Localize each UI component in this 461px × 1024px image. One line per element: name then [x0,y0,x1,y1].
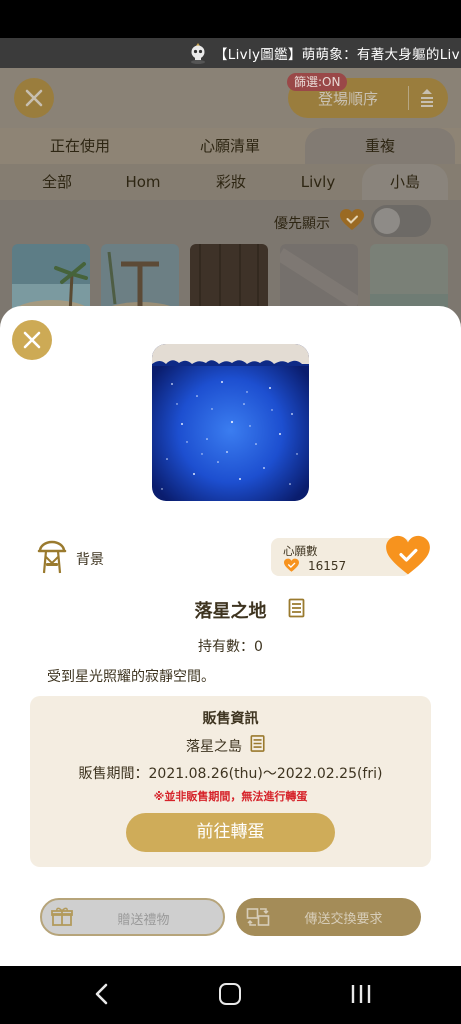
status-bar [0,0,461,38]
toggle-knob [374,208,400,234]
priority-label: 優先顯示 [274,216,330,232]
go-to-gacha-button[interactable]: 前往轉蛋 [126,813,335,852]
tab-hom: Hom [125,173,161,191]
close-icon [25,89,43,107]
recents-icon[interactable] [350,984,372,1004]
tab-duplicates: 重複 [305,128,455,164]
swing-icon [37,540,67,574]
heart-icon [284,558,299,572]
sort-divider [408,86,409,110]
wishlist-label: 心願數 [283,544,318,558]
sub-tabs: 全部 Hom 彩妝 Livly 小島 [0,164,461,200]
sale-info-title: 販售資訊 [202,711,259,727]
skull-icon [188,42,208,64]
sale-island-name: 落星之島 [186,739,242,755]
top-bar: 登場順序 篩選:ON [0,68,461,128]
close-button[interactable] [12,320,52,360]
heart-icon [340,209,364,230]
system-nav-bar [0,966,461,1024]
tab-in-use: 正在使用 [49,137,110,155]
tab-wishlist: 心願清單 [199,137,260,155]
category-label: 背景 [76,552,104,568]
item-name: 落星之地 [194,601,267,622]
tab-island: 小島 [362,164,448,200]
priority-toggle [371,205,431,237]
tab-livly: Livly [300,173,336,191]
trade-button-label: 傳送交換要求 [304,912,383,927]
filter-badge: 篩選:ON [287,73,348,91]
sale-warning: ※並非販售期間，無法進行轉蛋 [153,790,308,803]
item-description: 受到星光照耀的寂靜空間。 [47,669,215,685]
owned-count: 持有數：0 [198,639,263,655]
gift-button[interactable]: 贈送禮物 [40,898,225,936]
sort-icon [421,89,433,107]
tab-all: 全部 [41,173,72,191]
sort-label: 登場順序 [318,90,379,108]
wishlist-count: 16157 [308,559,347,573]
news-ticker[interactable]: 【Livly圖鑑】萌萌象：有著大身軀的Livly [0,38,461,68]
tab-makeup: 彩妝 [215,173,246,191]
ticker-text: 【Livly圖鑑】萌萌象：有著大身軀的Livly [214,47,461,63]
document-icon[interactable] [250,734,266,753]
trade-request-button[interactable]: 傳送交換要求 [236,898,421,936]
item-detail-sheet: 背景 心願數 16157 落星之地 持有數：0 受到星光照耀的寂靜空間。 販售資… [0,306,461,966]
item-image [152,344,309,501]
document-icon[interactable] [288,598,306,618]
back-icon[interactable] [92,982,110,1006]
sale-info-box: 販售資訊 落星之島 販售期間：2021.08.26(thu)～2022.02.2… [30,696,431,867]
home-icon[interactable] [219,983,241,1005]
wishlist-heart-button[interactable] [385,535,431,577]
background-close-button [14,78,54,118]
sale-period: 販售期間：2021.08.26(thu)～2022.02.25(fri) [78,766,383,782]
gift-button-label: 贈送禮物 [117,913,170,928]
close-icon [23,331,41,349]
main-tabs: 正在使用 心願清單 重複 [0,128,461,164]
